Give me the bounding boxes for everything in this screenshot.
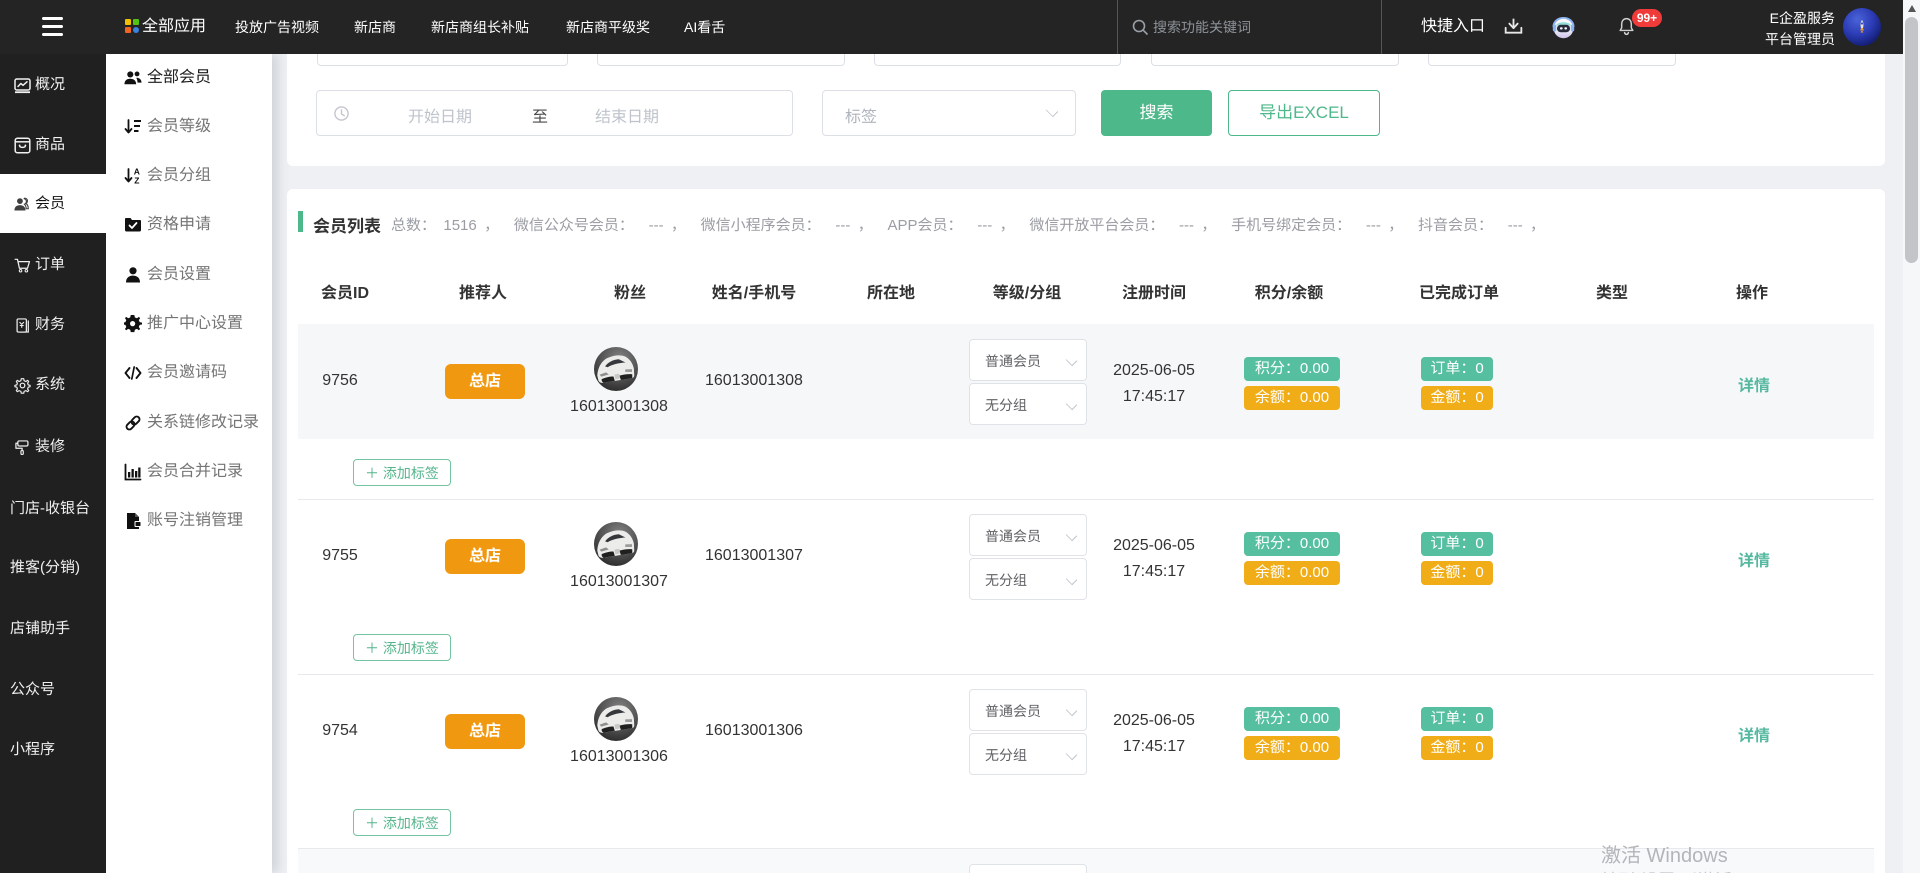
svg-text:Z: Z — [134, 175, 139, 185]
